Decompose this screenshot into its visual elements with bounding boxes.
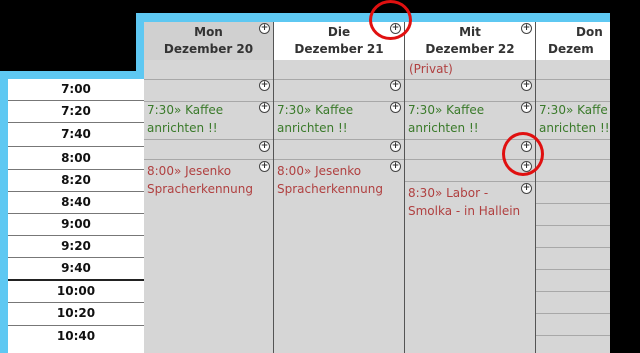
event-title: 8:00» Jesenko [147,164,232,178]
time-label: 10:20 [8,303,144,326]
add-event-mon-7-40-icon[interactable]: + [259,141,270,152]
add-event-die-8-00-icon[interactable]: + [390,161,401,172]
add-event-die-7-00-icon[interactable]: + [390,80,401,91]
event-detail: anrichten !! [408,121,479,135]
event-kaffee-die[interactable]: 7:30» Kaffee anrichten !! [277,101,353,137]
highlight-circle-row [502,132,544,176]
add-event-mon-header-icon[interactable]: + [259,23,270,34]
time-label: 9:00 [8,214,144,236]
add-event-mit-7-00-icon[interactable]: + [521,80,532,91]
time-label: 10:00 [8,281,144,303]
event-kaffee-mit[interactable]: 7:30» Kaffee anrichten !! [408,101,484,137]
day-date: Dezember 20 [163,42,254,56]
add-event-mon-7-20-icon[interactable]: + [259,102,270,113]
day-name: Don [576,25,603,39]
time-label: 8:00 [8,147,144,170]
calendar-screen: 7:00 7:20 7:40 8:00 8:20 8:40 9:00 9:20 … [0,0,640,353]
time-label: 8:20 [8,170,144,192]
event-title: 7:30» Kaffe [539,103,608,117]
event-detail: anrichten !! [147,121,218,135]
day-header-mit[interactable]: Mit Dezember 22 [405,22,536,60]
event-detail: Spracherkennung [147,182,253,196]
event-jesenko-die[interactable]: 8:00» Jesenko Spracherkennung [277,162,383,198]
day-date: Dezem [548,42,594,56]
event-title: 8:00» Jesenko [277,164,362,178]
day-date: Dezember 22 [425,42,515,56]
add-event-mon-7-00-icon[interactable]: + [259,80,270,91]
day-date: Dezember 21 [294,42,384,56]
time-label: 10:40 [56,329,96,343]
event-labor-mit[interactable]: 8:30» Labor - Smolka - in Hallein [408,184,520,220]
add-event-die-7-40-icon[interactable]: + [390,141,401,152]
time-label: 8:40 [8,192,144,214]
add-event-die-7-20-icon[interactable]: + [390,102,401,113]
day-name: Mon [194,25,223,39]
event-jesenko-mon[interactable]: 8:00» Jesenko Spracherkennung [147,162,253,198]
time-column: 7:00 7:20 7:40 8:00 8:20 8:40 9:00 9:20 … [8,79,144,353]
time-label: 7:20 [8,101,144,123]
event-title: 7:30» Kaffee [277,103,354,117]
frame-step-border [0,71,144,79]
day-header-don[interactable]: Don Dezem [536,22,610,60]
event-title: 8:30» Labor - [408,186,489,200]
event-kaffee-mon[interactable]: 7:30» Kaffee anrichten !! [147,101,223,137]
offscreen-area [610,0,640,353]
add-event-mit-7-20-icon[interactable]: + [521,102,532,113]
time-label: 9:40 [8,258,144,281]
time-label: 7:40 [8,123,144,147]
day-header-mon[interactable]: Mon Dezember 20 [144,22,274,60]
event-kaffee-don[interactable]: 7:30» Kaffe anrichten !! [539,101,610,137]
privat-label[interactable]: (Privat) [409,62,453,76]
event-detail: anrichten !! [539,121,610,135]
add-event-mit-header-icon[interactable]: + [521,23,532,34]
frame-side-border [0,71,8,353]
event-detail: Smolka - in Hallein [408,204,521,218]
highlight-circle-header [369,0,412,40]
add-event-mit-8-20-icon[interactable]: + [521,183,532,194]
event-title: 7:30» Kaffee [408,103,485,117]
event-detail: Spracherkennung [277,182,383,196]
add-event-mon-8-00-icon[interactable]: + [259,161,270,172]
time-label: 7:00 [8,79,144,101]
event-detail: anrichten !! [277,121,348,135]
time-label: 9:20 [8,236,144,258]
event-title: 7:30» Kaffee [147,103,224,117]
day-name: Mit [459,25,481,39]
